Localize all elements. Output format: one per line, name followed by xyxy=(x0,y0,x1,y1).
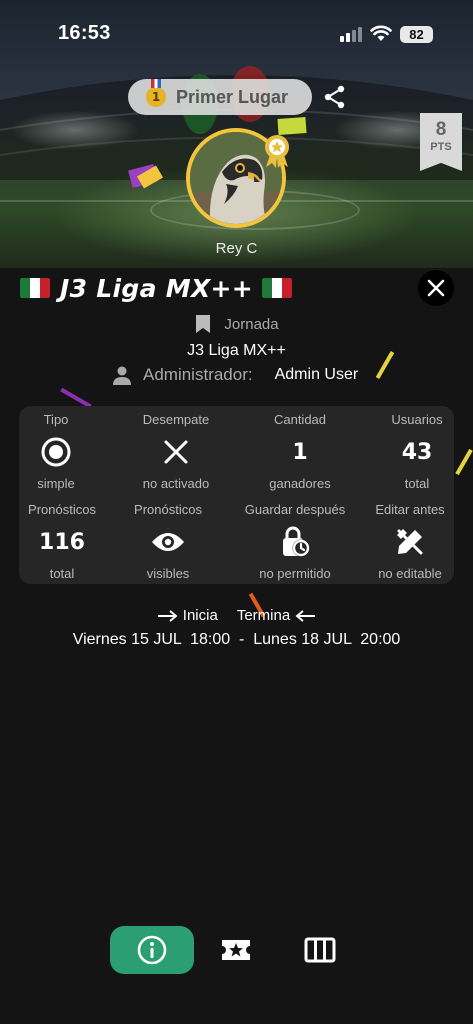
stat-usuarios: Usuarios 43 total xyxy=(358,412,473,491)
admin-row: Administrador: Admin User xyxy=(112,365,358,385)
lock-clock-icon xyxy=(283,526,310,557)
league-stats-card: Tipo simple Desempate no activado Cantid… xyxy=(19,406,454,584)
stat-value: 43 xyxy=(401,439,433,465)
clock: 16:53 xyxy=(58,22,111,44)
person-icon xyxy=(113,366,131,385)
date-range: Viernes 15 JUL 18:00 - Lunes 18 JUL 20:0… xyxy=(72,631,401,648)
stat-sub: no permitido xyxy=(259,566,331,581)
stat-sub: visibles xyxy=(146,566,190,581)
stat-editar-antes: Editar antes no editable xyxy=(351,502,469,581)
jornada-value: J3 Liga MX++ xyxy=(187,342,286,359)
award-badge-icon xyxy=(265,135,289,168)
stat-desempate: Desempate no activado xyxy=(117,412,235,491)
stat-cantidad: Cantidad 1 ganadores xyxy=(241,412,359,491)
arrow-right-icon xyxy=(157,609,178,622)
stat-title: Pronósticos xyxy=(28,502,96,517)
stat-title: Desempate xyxy=(142,412,210,427)
player-name: Rey C xyxy=(215,240,258,257)
stat-sub: total xyxy=(404,476,430,491)
wifi-icon xyxy=(370,25,392,41)
stat-sub: no editable xyxy=(378,566,442,581)
start-label: Inicia xyxy=(182,607,218,624)
nav-columns-button[interactable] xyxy=(278,926,362,974)
mexico-flag-icon xyxy=(262,278,293,298)
jornada-row: Jornada xyxy=(0,313,473,335)
bottom-nav xyxy=(110,926,362,974)
stat-value: 1 xyxy=(292,439,308,465)
stat-tipo: Tipo simple xyxy=(0,412,115,491)
admin-label: Administrador: xyxy=(143,365,253,384)
no-edit-icon xyxy=(397,529,423,555)
league-title-row: J3 Liga MX++ xyxy=(20,270,293,306)
stat-title: Pronósticos xyxy=(134,502,202,517)
stat-sub: no activado xyxy=(142,476,210,491)
dates-header: Inicia Termina xyxy=(0,607,473,624)
points-value: 8 xyxy=(435,119,447,140)
stat-title: Tipo xyxy=(43,412,69,427)
arrow-left-icon xyxy=(295,609,316,622)
close-icon xyxy=(427,279,445,297)
battery-indicator: 82 xyxy=(400,26,433,43)
stat-title: Editar antes xyxy=(375,502,445,517)
stat-title: Guardar después xyxy=(244,502,346,517)
points-badge: 8 PTS xyxy=(420,113,462,171)
info-icon xyxy=(137,935,167,965)
stat-sub: simple xyxy=(37,476,75,491)
nav-tickets-button[interactable] xyxy=(194,926,278,974)
stat-value: 116 xyxy=(39,529,85,555)
stat-title: Usuarios xyxy=(391,412,443,427)
end-label: Termina xyxy=(236,607,291,624)
ticket-star-icon xyxy=(222,940,250,960)
stat-pronosticos-total: Pronósticos 116 total xyxy=(3,502,121,581)
stat-sub: total xyxy=(49,566,75,581)
close-button[interactable] xyxy=(418,270,454,306)
x-icon xyxy=(164,440,188,464)
nav-info-button[interactable] xyxy=(110,926,194,974)
mexico-flag-icon xyxy=(20,278,50,298)
league-title: J3 Liga MX++ xyxy=(60,273,254,303)
cellular-signal-icon xyxy=(340,26,364,42)
status-bar: 16:53 82 xyxy=(0,0,473,64)
stat-guardar-despues: Guardar después no permitido xyxy=(230,502,360,581)
stat-pronosticos-visibles: Pronósticos visibles xyxy=(109,502,227,581)
stat-sub: ganadores xyxy=(269,476,331,491)
confetti-decoration xyxy=(277,117,307,135)
share-icon[interactable] xyxy=(322,84,348,110)
jornada-label: Jornada xyxy=(224,315,279,333)
points-unit: PTS xyxy=(430,141,452,153)
radio-icon xyxy=(41,437,71,467)
bookmark-icon xyxy=(196,315,211,333)
rank-label: Primer Lugar xyxy=(176,86,289,107)
columns-icon xyxy=(304,937,336,963)
eye-icon xyxy=(152,533,184,551)
admin-value: Admin User xyxy=(274,366,359,383)
medal-icon: 1 xyxy=(146,79,166,107)
stat-title: Cantidad xyxy=(273,412,327,427)
rank-badge: 1 Primer Lugar xyxy=(128,79,312,115)
